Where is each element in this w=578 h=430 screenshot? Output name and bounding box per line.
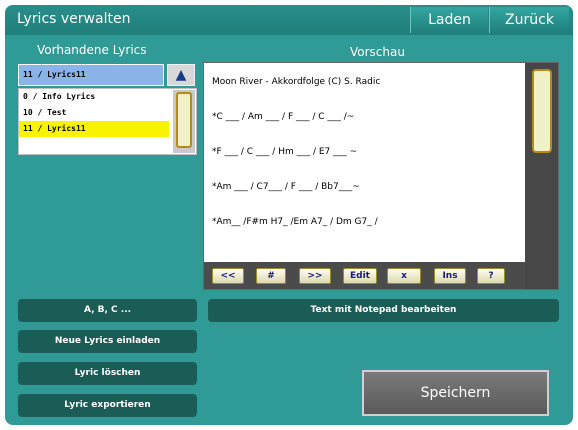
chevron-up-icon: ▲ [175, 67, 187, 83]
preview-toolbar: << # >> Edit x Ins ? [204, 262, 525, 289]
app-title: Lyrics verwalten [17, 11, 131, 27]
collapse-list-button[interactable]: ▲ [167, 64, 195, 86]
edit-button[interactable]: Edit [343, 268, 377, 284]
preview-line: *Am ___ / C7___ / F ___ / Bb7___~ [212, 182, 360, 192]
preview-label: Vorschau [350, 45, 405, 59]
main-window: Lyrics verwalten Laden Zurück Vorhandene… [5, 5, 573, 425]
list-item[interactable]: 0 / Info Lyrics [19, 89, 196, 105]
title-bar: Lyrics verwalten Laden Zurück [5, 5, 573, 35]
lyrics-list: 0 / Info Lyrics 10 / Test 11 / Lyrics11 [18, 88, 197, 155]
preview-text: Moon River - Akkordfolge (C) S. Radic *C… [212, 77, 522, 252]
help-button[interactable]: ? [477, 268, 505, 284]
preview-line: *Am__ /F#m H7_ /Em A7_ / Dm G7_ / [212, 217, 378, 227]
preview-line: *F ___ / C ___ / Hm ___ / E7 ___ ~ [212, 147, 358, 157]
back-button[interactable]: Zurück [489, 7, 569, 33]
save-button[interactable]: Speichern [362, 370, 549, 416]
delete-lyric-button[interactable]: Lyric löschen [18, 362, 197, 385]
list-item[interactable]: 11 / Lyrics11 [19, 121, 169, 137]
insert-button[interactable]: Ins [434, 268, 466, 284]
existing-lyrics-label: Vorhandene Lyrics [37, 43, 147, 57]
list-item[interactable]: 10 / Test [19, 105, 196, 121]
load-new-lyrics-button[interactable]: Neue Lyrics einladen [18, 330, 197, 353]
preview-line: *C ___ / Am ___ / F ___ / C ___ /~ [212, 112, 355, 122]
delete-x-button[interactable]: x [387, 268, 421, 284]
notepad-edit-button[interactable]: Text mit Notepad bearbeiten [208, 299, 559, 322]
load-button[interactable]: Laden [410, 7, 488, 33]
selected-lyric-field[interactable]: 11 / Lyrics11 [18, 64, 164, 86]
next-button[interactable]: >> [299, 268, 331, 284]
preview-scrollbar-thumb[interactable] [532, 69, 552, 153]
preview-scrollbar[interactable] [525, 63, 558, 289]
abc-button[interactable]: A, B, C ... [18, 299, 197, 322]
export-lyric-button[interactable]: Lyric exportieren [18, 394, 197, 417]
hash-button[interactable]: # [256, 268, 286, 284]
preview-panel: Moon River - Akkordfolge (C) S. Radic *C… [203, 62, 559, 290]
preview-line: Moon River - Akkordfolge (C) S. Radic [212, 77, 381, 87]
list-scrollbar-thumb[interactable] [176, 92, 192, 148]
list-scrollbar[interactable] [173, 90, 195, 153]
previous-button[interactable]: << [212, 268, 244, 284]
